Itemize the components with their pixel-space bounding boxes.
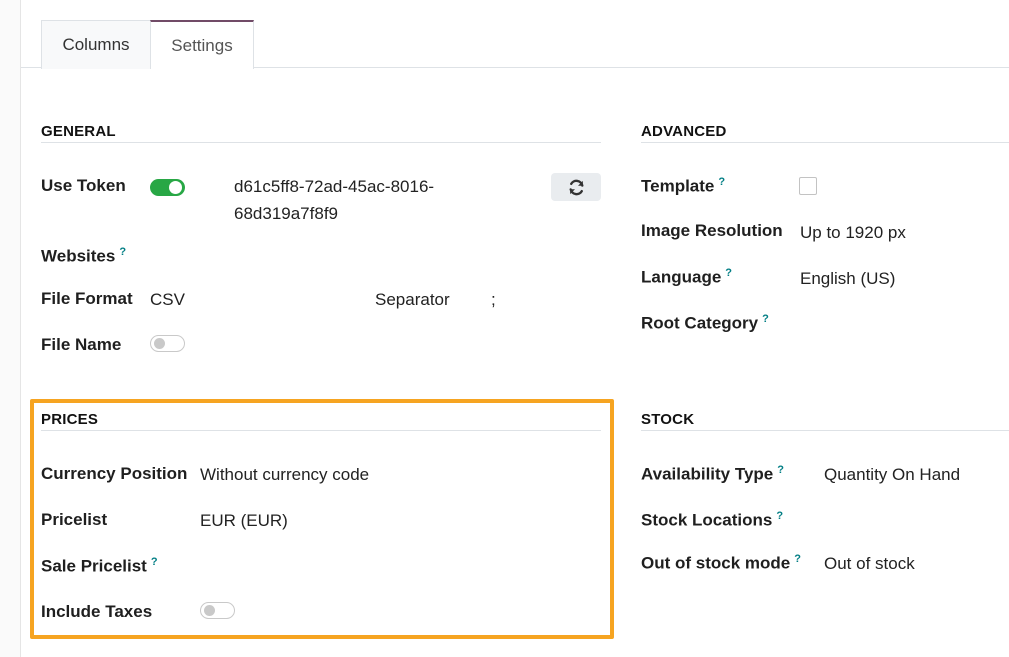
left-gutter <box>0 0 21 657</box>
separator-input[interactable]: ; <box>491 290 496 310</box>
availability-type-label: Availability Type? <box>641 464 784 484</box>
out-of-stock-mode-label: Out of stock mode? <box>641 553 801 573</box>
use-token-label: Use Token <box>41 176 126 195</box>
pricelist-label: Pricelist <box>41 510 108 529</box>
help-icon[interactable]: ? <box>776 510 783 522</box>
stock-locations-label: Stock Locations? <box>641 510 784 530</box>
out-of-stock-mode-select[interactable]: Out of stock <box>824 554 915 574</box>
section-divider <box>641 142 1009 143</box>
template-label: Template? <box>641 176 726 196</box>
use-token-toggle[interactable] <box>150 179 185 196</box>
token-value-line1: d61c5ff8-72ad-45ac-8016- <box>234 177 435 196</box>
websites-label: Websites? <box>41 246 127 266</box>
image-resolution-label: Image Resolution <box>641 221 783 240</box>
section-divider <box>41 430 601 431</box>
help-icon[interactable]: ? <box>151 556 158 568</box>
section-title-general: GENERAL <box>41 123 116 140</box>
currency-position-label: Currency Position <box>41 464 188 483</box>
section-divider <box>41 142 601 143</box>
section-divider <box>641 430 1009 431</box>
include-taxes-toggle[interactable] <box>200 602 235 619</box>
include-taxes-label: Include Taxes <box>41 602 153 621</box>
help-icon[interactable]: ? <box>777 464 784 476</box>
refresh-icon <box>568 179 584 195</box>
image-resolution-select[interactable]: Up to 1920 px <box>800 223 906 243</box>
help-icon[interactable]: ? <box>794 553 801 565</box>
file-name-label: File Name <box>41 335 122 354</box>
pricelist-select[interactable]: EUR (EUR) <box>200 511 288 531</box>
section-title-advanced: ADVANCED <box>641 123 727 140</box>
help-icon[interactable]: ? <box>725 267 732 279</box>
tab-columns[interactable]: Columns <box>41 20 151 69</box>
help-icon[interactable]: ? <box>119 246 126 258</box>
root-category-label: Root Category? <box>641 313 769 333</box>
tab-bar: Columns Settings <box>21 0 1009 69</box>
separator-label: Separator <box>375 290 450 309</box>
section-title-prices: PRICES <box>41 411 99 428</box>
help-icon[interactable]: ? <box>718 176 725 188</box>
file-name-toggle[interactable] <box>150 335 185 352</box>
tab-settings[interactable]: Settings <box>150 20 254 69</box>
sale-pricelist-label: Sale Pricelist? <box>41 556 158 576</box>
help-icon[interactable]: ? <box>762 313 769 325</box>
token-value-line2: 68d319a7f8f9 <box>234 204 338 223</box>
language-label: Language? <box>641 267 733 287</box>
template-checkbox[interactable] <box>799 177 817 195</box>
file-format-label: File Format <box>41 289 133 308</box>
language-select[interactable]: English (US) <box>800 269 895 289</box>
currency-position-select[interactable]: Without currency code <box>200 465 369 485</box>
refresh-token-button[interactable] <box>551 173 601 201</box>
section-title-stock: STOCK <box>641 411 695 428</box>
availability-type-select[interactable]: Quantity On Hand <box>824 465 960 485</box>
file-format-select[interactable]: CSV <box>150 290 185 310</box>
